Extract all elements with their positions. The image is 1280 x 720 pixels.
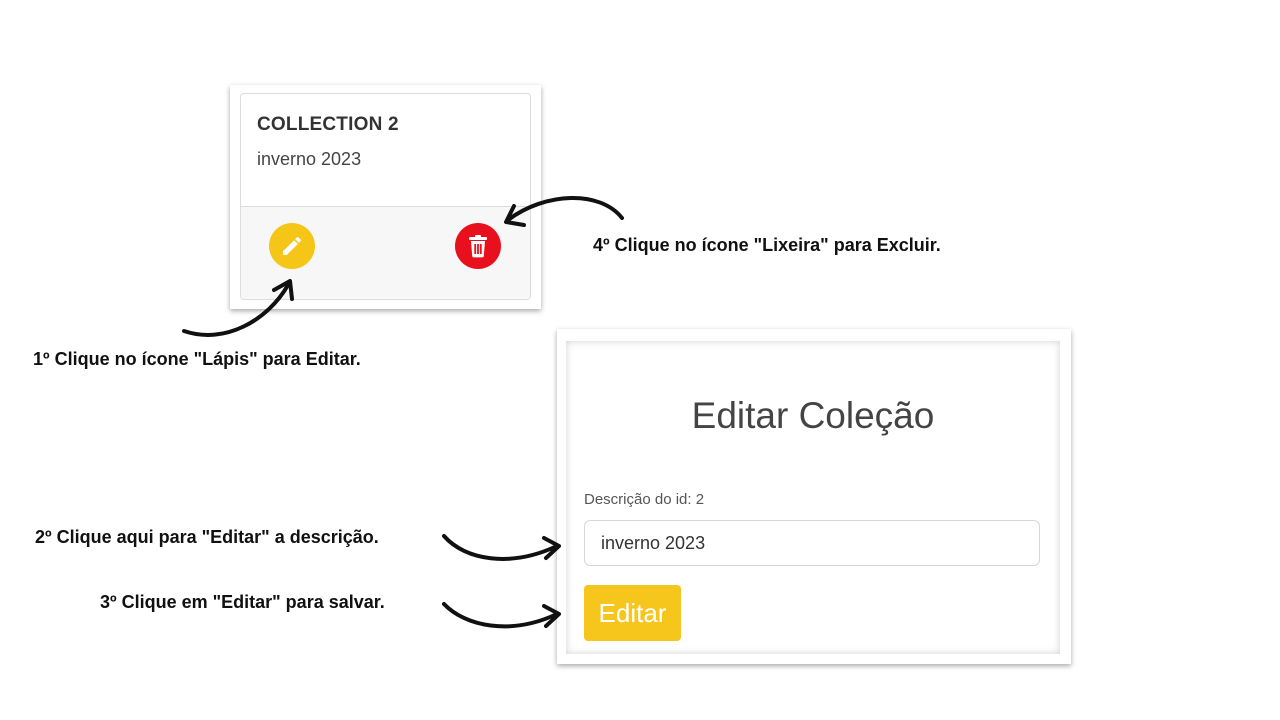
description-label: Descrição do id: 2: [584, 491, 705, 508]
card-title: COLLECTION 2: [257, 114, 399, 135]
arrow-to-input: [442, 534, 559, 561]
description-input[interactable]: [584, 520, 1040, 566]
collection-card: COLLECTION 2 inverno 2023: [240, 93, 531, 300]
submit-edit-button[interactable]: Editar: [584, 585, 681, 641]
pencil-icon: [283, 236, 302, 255]
trash-icon: [469, 235, 487, 258]
annotation-step-3: 3º Clique em "Editar" para salvar.: [100, 592, 385, 612]
edit-form: Editar Coleção Descrição do id: 2 Editar: [566, 341, 1060, 654]
edit-form-screenshot: Editar Coleção Descrição do id: 2 Editar: [557, 329, 1071, 664]
card-description: inverno 2023: [257, 149, 362, 169]
arrow-to-submit: [442, 602, 559, 629]
annotation-step-2: 2º Clique aqui para "Editar" a descrição…: [35, 527, 379, 547]
collection-card-screenshot: COLLECTION 2 inverno 2023: [230, 85, 541, 309]
card-footer: [241, 206, 530, 299]
form-title: Editar Coleção: [691, 395, 935, 436]
edit-button[interactable]: [269, 223, 315, 269]
annotation-step-4: 4º Clique no ícone "Lixeira" para Exclui…: [593, 235, 941, 255]
annotation-step-1: 1º Clique no ícone "Lápis" para Editar.: [33, 349, 361, 369]
delete-button[interactable]: [455, 223, 501, 269]
